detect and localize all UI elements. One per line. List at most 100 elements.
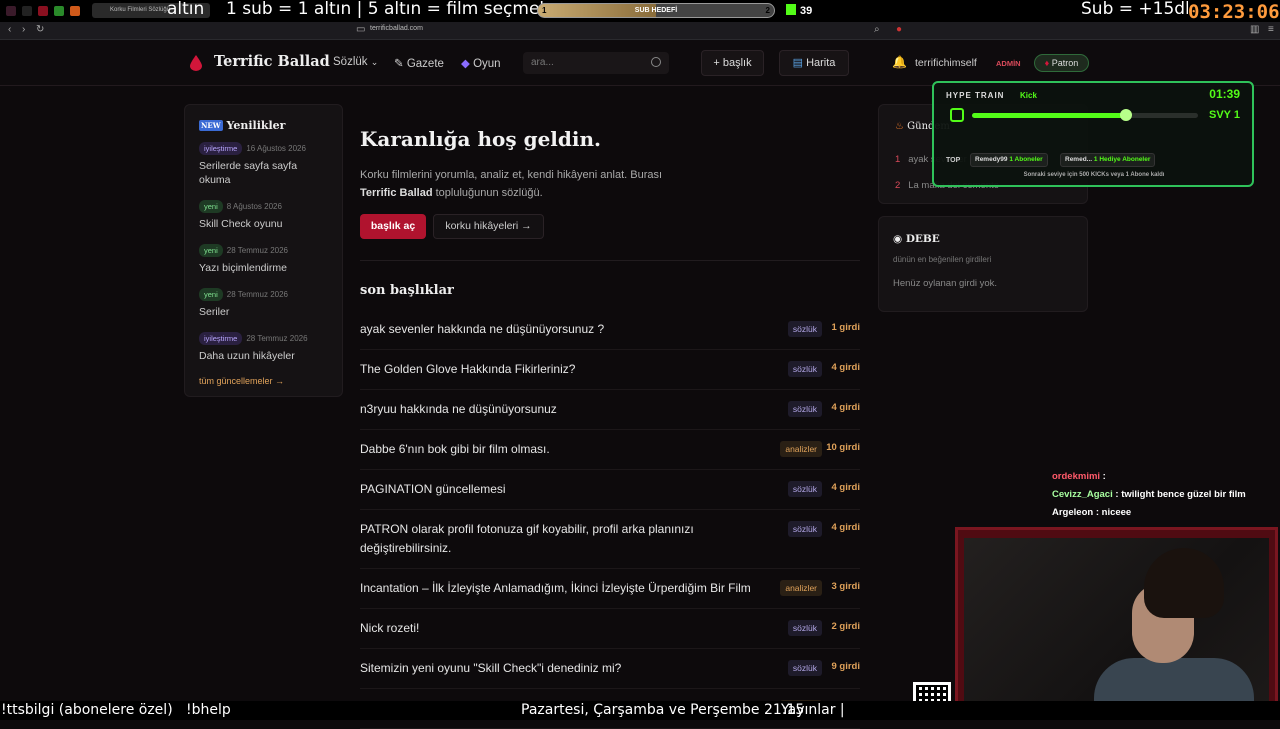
topic-title[interactable]: Nick rozeti! [360,619,760,638]
chat-username[interactable]: Argeleon [1052,507,1093,518]
topic-title[interactable]: Incantation – İlk İzleyişte Anlamadığım,… [360,579,760,598]
topic-entry-count: 4 girdi [831,482,860,493]
address-bar[interactable]: terrificballad.com [370,25,423,32]
forward-icon[interactable]: › [22,24,25,35]
horror-stories-button[interactable]: korku hikâyeleri → [433,214,544,239]
topic-category[interactable]: sözlük [787,521,822,537]
topic-row[interactable]: Dabbe 6'nın bok gibi bir film olması. ana… [360,430,860,470]
nav-gazete[interactable]: ✎ Gazete [394,56,444,70]
hero-desc-start: Korku filmlerini yorumla, analiz et, ken… [360,169,663,181]
topic-category[interactable]: sözlük [787,401,822,417]
topic-row[interactable]: Sitemizin yeni oyunu "Skill Check"i dene… [360,649,860,689]
topic-entry-count: 4 girdi [831,362,860,373]
topic-row[interactable]: Incantation – İlk İzleyişte Anlamadığım,… [360,569,860,609]
topic-entry-count: 9 girdi [831,661,860,672]
trending-rank: 1 [895,154,901,165]
app-icon [22,6,32,16]
reload-icon[interactable]: ↻ [36,24,44,35]
site-info-icon[interactable]: ▭ [356,24,365,35]
chat-message: Cevizz_Agaci : twilight bence güzel bir … [1052,489,1246,500]
donor-amount: 1 Hediye Aboneler [1093,156,1151,163]
topic-row[interactable]: ayak sevenler hakkında ne düşünüyorsunuz… [360,310,860,350]
map-button-label: Harita [806,57,836,69]
schedule-text: Pazartesi, Çarşamba ve Perşembe 21:15 [521,702,805,718]
search-icon[interactable] [651,57,661,67]
chat-username[interactable]: ordekmimi [1052,471,1100,482]
hero-desc-end: topluluğunun sözlüğü. [432,187,543,199]
back-icon[interactable]: ‹ [8,24,11,35]
sidebar-toggle-icon[interactable]: ▥ [1250,24,1259,35]
chat-message: ordekmimi : [1052,471,1106,482]
bell-icon[interactable]: 🔔 [892,55,907,69]
train-icon [950,108,964,122]
topic-category[interactable]: sözlük [787,660,822,676]
trending-rank: 2 [895,180,901,191]
topic-row[interactable]: The Golden Glove Hakkında Fikirleriniz? s… [360,350,860,390]
streams-label: Yayınlar | [781,702,845,718]
hero-title: Karanlığa hoş geldin. [360,127,601,151]
topic-title[interactable]: The Golden Glove Hakkında Fikirleriniz? [360,360,760,379]
topic-row[interactable]: n3ryuu hakkında ne düşünüyorsunuz sözlük 4… [360,390,860,430]
topic-category[interactable]: sözlük [787,620,822,636]
overlay-rules-text: 1 sub = 1 altın | 5 altın = film seçmek [226,0,550,19]
kick-count-value: 39 [800,5,813,17]
hype-train-progress-fill [972,113,1126,118]
site-logo[interactable]: Terrific Ballad [214,53,330,70]
update-title: Serilerde sayfa sayfa okuma [199,160,298,186]
topic-category[interactable]: sözlük [787,361,822,377]
topic-entry-count: 2 girdi [831,621,860,632]
menu-icon[interactable]: ≡ [1268,24,1274,35]
updates-card: NEW Yenilikler iyileştirme 16 Ağustos 202… [184,104,343,397]
topic-title[interactable]: Dabbe 6'nın bok gibi bir film olması. [360,440,760,459]
topic-row[interactable]: PAGINATION güncellemesi sözlük 4 girdi [360,470,860,510]
webcam-feed [964,538,1269,710]
topic-category[interactable]: sözlük [787,321,822,337]
debe-subtitle: dünün en beğenilen girdileri [893,255,992,264]
topic-title[interactable]: PATRON olarak profil fotonuza gif koyabi… [360,520,760,558]
debe-title-text: DEBE [905,233,940,245]
gamepad-icon: ◆ [461,58,470,70]
site-header: Terrific Ballad Sözlük ⌄ ✎ Gazete ◆ Oyun… [0,40,1280,86]
nav-sozluk[interactable]: Sözlük ⌄ [333,56,378,68]
chevron-down-icon: ⌄ [370,57,379,67]
zoom-icon[interactable]: ⌕ [874,24,880,35]
update-meta: yeni 28 Temmuz 2026 [199,244,328,257]
topic-title[interactable]: Sitemizin yeni oyunu "Skill Check"i dene… [360,659,760,678]
hype-train-progress [972,109,1198,121]
new-topic-button[interactable]: + başlık [701,50,764,76]
chat-username[interactable]: Cevizz_Agaci [1052,489,1113,500]
all-updates-link[interactable]: tüm güncellemeler → [199,376,328,386]
update-item[interactable]: iyileştirme 28 Temmuz 2026 Daha uzun hikây… [199,332,328,363]
username-link[interactable]: terrifichimself [915,57,977,69]
topic-title[interactable]: PAGINATION güncellemesi [360,480,760,499]
nav-oyun[interactable]: ◆ Oyun [461,56,501,70]
map-button[interactable]: ▤ Harita [779,50,849,76]
update-item[interactable]: iyileştirme 16 Ağustos 2026 Serilerde sayf… [199,142,328,187]
help-command: !bhelp [186,702,231,718]
open-topic-button[interactable]: başlık aç [360,214,426,239]
patron-button[interactable]: ♦ Patron [1034,54,1089,72]
stream-bottom-bar: !ttsbilgi (abonelere özel) !bhelp Pazart… [0,701,1280,720]
update-item[interactable]: yeni 28 Temmuz 2026 Seriler [199,288,328,319]
topic-row[interactable]: PATRON olarak profil fotonuza gif koyabi… [360,510,860,569]
update-item[interactable]: yeni 8 Ağustos 2026 Skill Check oyunu [199,200,328,231]
update-item[interactable]: yeni 28 Temmuz 2026 Yazı biçimlendirme [199,244,328,275]
admin-badge: ADMİN [996,59,1021,68]
update-title: Skill Check oyunu [199,218,283,230]
topic-row[interactable]: Nick rozeti! sözlük 2 girdi [360,609,860,649]
chat-message: Argeleon : niceee [1052,507,1132,518]
extension-icon[interactable]: ● [896,24,902,35]
topic-entry-count: 4 girdi [831,522,860,533]
topic-title[interactable]: n3ryuu hakkında ne düşünüyorsunuz [360,400,760,419]
topic-category[interactable]: analizler [780,580,822,596]
blood-drop-icon [190,55,202,71]
hype-train-donor: Remed... 1 Hediye Aboneler [1060,153,1156,167]
hype-train-donor: Remedy99 1 Aboneler [970,153,1048,167]
search-input[interactable]: ara... [523,52,669,74]
updates-list: iyileştirme 16 Ağustos 2026 Serilerde sayf… [199,142,328,363]
topic-category[interactable]: sözlük [787,481,822,497]
topic-title[interactable]: ayak sevenler hakkında ne düşünüyorsunuz… [360,320,760,339]
topic-category[interactable]: analizler [780,441,822,457]
update-meta: yeni 8 Ağustos 2026 [199,200,328,213]
sub-goal-target: 2 [765,6,770,15]
